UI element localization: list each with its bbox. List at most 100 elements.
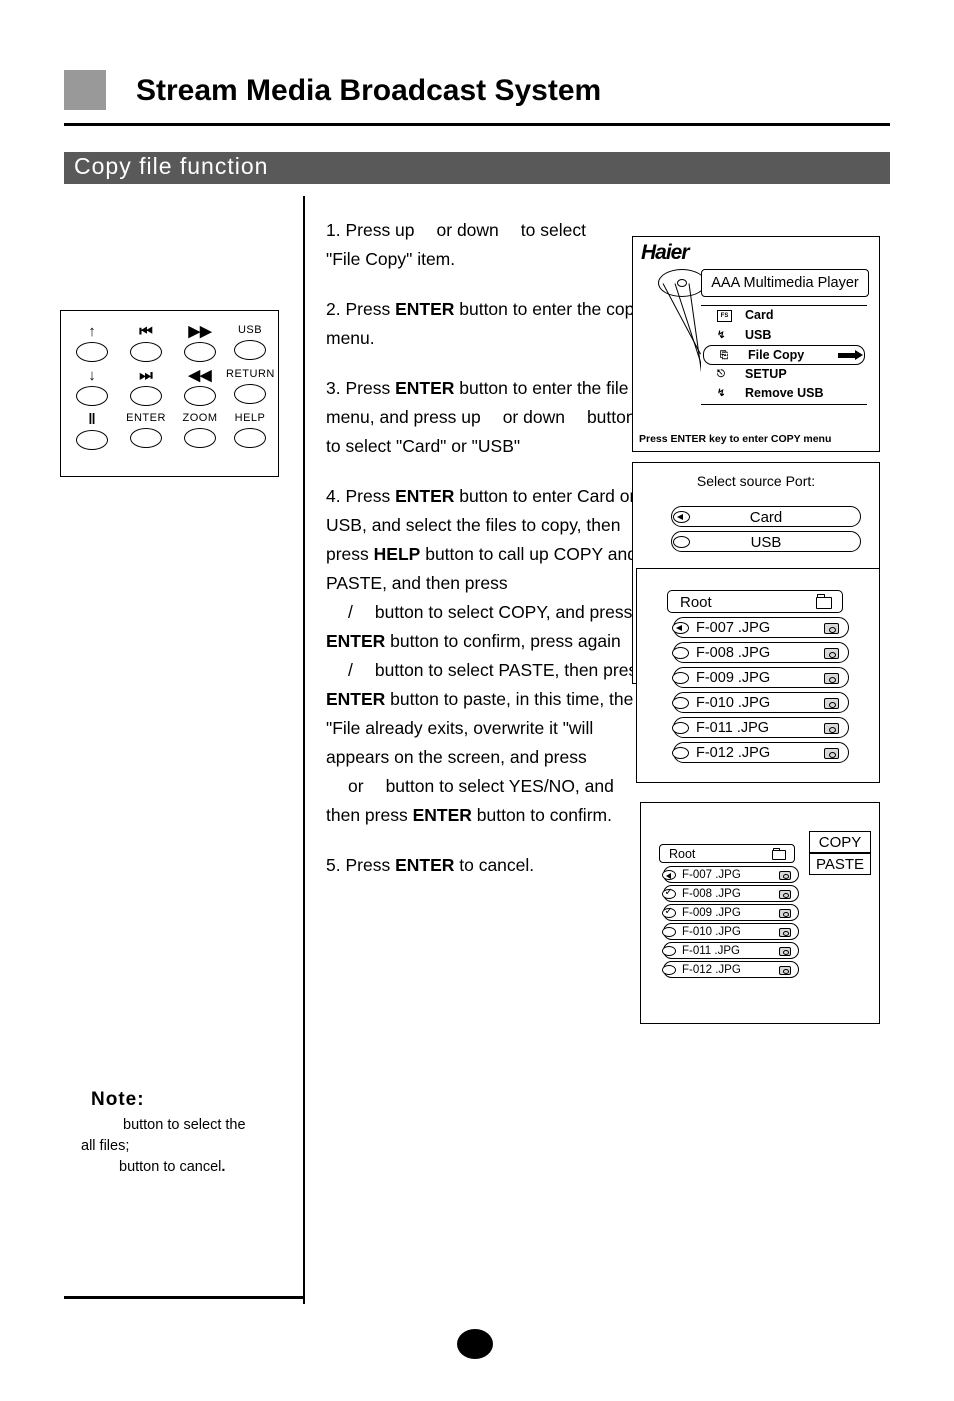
remote-key-return: RETURN [226,368,274,404]
page-number-dot [457,1329,493,1359]
file-radio[interactable] [672,622,689,634]
page-title: Stream Media Broadcast System [136,74,602,107]
table-row[interactable]: F-008 .JPG [663,885,799,902]
key-oval [234,428,266,448]
file-radio[interactable] [672,747,689,759]
section-title: Copy file function [74,153,269,179]
file-checkbox[interactable] [662,907,676,918]
header-divider [64,123,890,126]
key-oval [234,340,266,360]
key-oval [184,342,216,362]
file-checkbox[interactable] [662,888,676,899]
menu-item-setup[interactable]: ⎋ SETUP [701,365,867,385]
left-column-bottom-rule [64,1296,305,1299]
osd-file-list-panel: Root F-007 .JPG F-008 .JPG F-009 .JPG F-… [636,568,880,783]
file-list-root[interactable]: Root [667,590,843,613]
osd-menu-footer-hint: Press ENTER key to enter COPY menu [639,433,832,445]
remote-key-pause: ‖ [68,411,116,450]
table-row[interactable]: F-009 .JPG [663,904,799,921]
remote-key-help: HELP [226,412,274,448]
image-file-icon [824,698,839,709]
table-row[interactable]: F-011 .JPG [663,942,799,959]
usb-icon: ↯ [717,329,726,341]
eject-icon: ↯ [717,388,726,399]
step-1: 1. Press up or down to select "File Copy" … [326,220,586,269]
file-row[interactable]: F-011 .JPG [673,717,849,738]
file-row[interactable]: F-007 .JPG [673,617,849,638]
file-row[interactable]: F-010 .JPG [673,692,849,713]
paste-button[interactable]: PASTE [809,853,871,875]
osd-menu-list: FS Card ↯ USB ⎘ File Copy ⎋ SETUP ↯ Remo… [701,305,867,405]
card-icon: FS [717,310,732,322]
image-file-icon [824,673,839,684]
copy-icon: ⎘ [720,350,728,361]
key-oval [184,386,216,406]
file-radio[interactable] [672,672,689,684]
image-file-icon [779,947,791,956]
file-radio[interactable] [662,965,676,975]
folder-icon [816,594,832,609]
note-heading: Note: [91,1089,145,1110]
file-row[interactable]: F-009 .JPG [673,667,849,688]
remote-key-rewind: ◀◀ [176,367,224,406]
table-row[interactable]: F-010 .JPG [663,923,799,940]
step-5: 5. Press ENTER to cancel. [326,855,535,875]
menu-item-card[interactable]: FS Card [701,306,867,326]
key-oval [130,428,162,448]
source-radio-card[interactable] [673,511,690,523]
file-radio[interactable] [662,870,676,880]
copy-panel-root[interactable]: Root [659,844,795,863]
remote-key-zoom: ZOOM [176,412,224,448]
image-file-icon [779,909,791,918]
file-radio[interactable] [672,697,689,709]
file-radio[interactable] [662,927,676,937]
device-title: AAA Multimedia Player [701,269,869,297]
note-body: button to select the all files; button t… [81,1117,246,1175]
image-file-icon [824,623,839,634]
remote-key-usb: USB [226,324,274,360]
remote-key-enter: ENTER [122,412,170,448]
select-source-title: Select source Port: [696,473,816,489]
file-radio[interactable] [662,946,676,956]
folder-icon [772,848,786,860]
image-file-icon [779,890,791,899]
disc-icon [658,269,706,297]
table-row[interactable]: F-007 .JPG [663,866,799,883]
key-oval [76,430,108,450]
setup-icon: ⎋ [717,368,725,380]
image-file-icon [779,928,791,937]
image-file-icon [824,648,839,659]
source-option-card[interactable]: Card [671,506,861,527]
instruction-steps: 1. Press up or down to select "File Copy" … [326,216,648,901]
key-oval [130,342,162,362]
key-oval [184,428,216,448]
source-option-usb[interactable]: USB [671,531,861,552]
key-oval [130,386,162,406]
remote-key-fastforward: ▶▶ [176,323,224,362]
table-row[interactable]: F-012 .JPG [663,961,799,978]
remote-key-prev: ⏮ [122,323,170,362]
remote-key-next: ⏭ [122,367,170,406]
step-4: 4. Press ENTER button to enter Card or U… [326,486,646,825]
source-radio-usb[interactable] [673,536,690,548]
file-row[interactable]: F-012 .JPG [673,742,849,763]
file-row[interactable]: F-008 .JPG [673,642,849,663]
key-oval [76,342,108,362]
menu-item-usb[interactable]: ↯ USB [701,326,867,346]
menu-item-remove-usb[interactable]: ↯ Remove USB [701,384,867,404]
step-3: 3. Press ENTER button to enter the file … [326,378,636,456]
haier-logo: Haier [641,241,690,264]
menu-item-file-copy[interactable]: ⎘ File Copy [703,345,865,365]
file-radio[interactable] [672,722,689,734]
image-file-icon [824,748,839,759]
remote-key-legend: ↑ ⏮ ▶▶ USB ↓ ⏭ ◀◀ RETURN ‖ ENTER ZOOM HE… [60,310,279,477]
copy-button[interactable]: COPY [809,831,871,853]
osd-copy-paste-panel: Root F-007 .JPG F-008 .JPG F-009 .JPG F-… [640,802,880,1024]
remote-key-up: ↑ [68,323,116,362]
image-file-icon [824,723,839,734]
image-file-icon [779,966,791,975]
step-2: 2. Press ENTER button to enter the copy … [326,299,644,348]
file-radio[interactable] [672,647,689,659]
arrow-right-icon [838,350,863,360]
remote-key-down: ↓ [68,367,116,406]
